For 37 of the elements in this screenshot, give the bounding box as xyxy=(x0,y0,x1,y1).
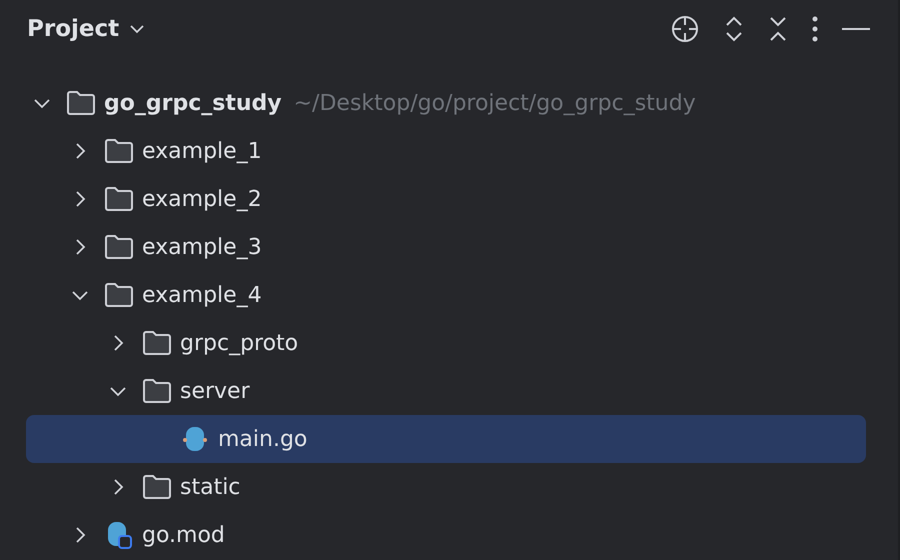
file-name: example_2 xyxy=(142,186,262,212)
tree-row[interactable]: static xyxy=(26,463,866,511)
collapse-all-icon[interactable] xyxy=(768,16,788,42)
tree-row[interactable]: example_3 xyxy=(26,223,866,271)
minimize-icon[interactable] xyxy=(842,27,870,31)
file-name: example_1 xyxy=(142,138,262,164)
locate-icon[interactable] xyxy=(670,14,700,44)
folder-icon xyxy=(142,378,172,404)
file-name: go_grpc_study xyxy=(104,90,282,116)
tree-row[interactable]: example_4 xyxy=(26,271,866,319)
tree-row[interactable]: main.go xyxy=(26,415,866,463)
file-name: static xyxy=(180,474,240,500)
more-options-icon[interactable] xyxy=(812,16,818,42)
go-file-icon xyxy=(180,425,210,453)
file-name: grpc_proto xyxy=(180,330,298,356)
expand-all-icon[interactable] xyxy=(724,16,744,42)
tree-row[interactable]: example_2 xyxy=(26,175,866,223)
folder-icon xyxy=(66,90,96,116)
tree-row[interactable]: example_1 xyxy=(26,127,866,175)
path-hint: ~/Desktop/go/project/go_grpc_study xyxy=(294,90,696,116)
folder-icon xyxy=(104,138,134,164)
file-name: example_4 xyxy=(142,282,262,308)
folder-icon xyxy=(104,234,134,260)
folder-icon xyxy=(104,186,134,212)
panel-title[interactable]: Project xyxy=(27,16,120,42)
folder-icon xyxy=(142,330,172,356)
tree-row[interactable]: go_grpc_study ~/Desktop/go/project/go_grpc_study xyxy=(26,79,866,127)
dropdown-icon[interactable] xyxy=(129,24,146,34)
folder-icon xyxy=(142,474,172,500)
file-name: go.mod xyxy=(142,522,225,548)
tree-row[interactable]: grpc_proto xyxy=(26,319,866,367)
file-name: server xyxy=(180,378,250,404)
file-name: main.go xyxy=(218,426,308,452)
folder-icon xyxy=(104,282,134,308)
tree-row[interactable]: server xyxy=(26,367,866,415)
tree-row[interactable]: go.mod xyxy=(26,511,866,559)
file-name: example_3 xyxy=(142,234,262,260)
